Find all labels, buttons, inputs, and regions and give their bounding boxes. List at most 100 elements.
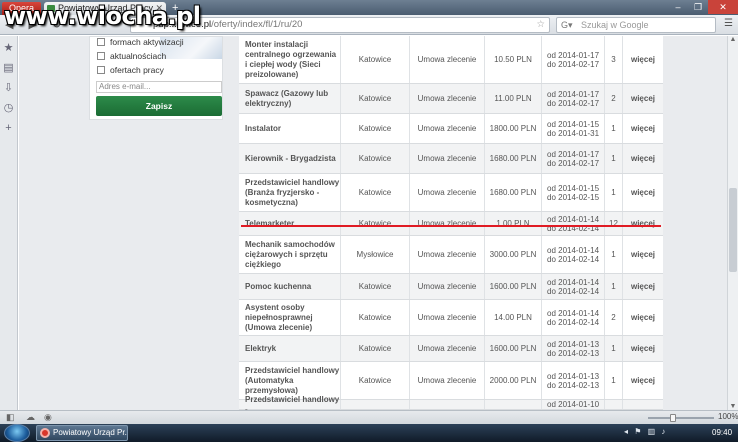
salary <box>485 400 542 409</box>
job-title[interactable]: Elektryk <box>239 336 341 361</box>
option-label: ofertach pracy <box>110 65 164 75</box>
search-placeholder: Szukaj w Google <box>581 20 649 30</box>
downloads-icon[interactable]: ⇩ <box>0 80 17 96</box>
minimize-icon[interactable]: – <box>668 0 688 14</box>
url-path: /oferty/index/fl/1/ru/20 <box>211 19 303 30</box>
date-from: od 2014-01-15 <box>547 119 600 129</box>
table-row[interactable]: Przedstawiciel handlowy (Branża fryzjers… <box>239 174 663 212</box>
date-to: do 2014-02-13 <box>547 348 600 358</box>
job-title[interactable]: Kierownik - Brygadzista <box>239 144 341 173</box>
more-link[interactable]: więcej <box>623 236 663 273</box>
more-link[interactable]: więcej <box>623 174 663 211</box>
scrollbar-thumb[interactable] <box>729 188 737 272</box>
table-row[interactable]: Monter instalacji centralnego ogrzewania… <box>239 36 663 84</box>
add-panel-icon[interactable]: + <box>0 120 17 136</box>
table-row[interactable]: Mechanik samochodów ciężarowych i sprzęt… <box>239 236 663 274</box>
newsletter-option-aktualnosci[interactable]: aktualnościach <box>97 51 166 61</box>
validity-dates: od 2014-01-17 do 2014-02-17 <box>542 84 605 113</box>
salary: 1600.00 PLN <box>485 336 542 361</box>
date-from: od 2014-01-13 <box>547 371 600 381</box>
more-link[interactable]: więcej <box>623 84 663 113</box>
job-title[interactable]: Instalator <box>239 114 341 143</box>
table-row[interactable]: Elektryk Katowice Umowa zlecenie 1600.00 PL… <box>239 336 663 362</box>
table-row[interactable]: Kierownik - Brygadzista Katowice Umowa zle… <box>239 144 663 174</box>
vacancy-count: 1 <box>605 114 623 143</box>
salary: 2000.00 PLN <box>485 362 542 399</box>
extension-icon[interactable]: ☰ <box>724 18 733 29</box>
more-link[interactable]: więcej <box>623 336 663 361</box>
more-link[interactable]: więcej <box>623 212 663 235</box>
job-title[interactable]: Pomoc kuchenna <box>239 274 341 299</box>
more-link[interactable]: więcej <box>623 144 663 173</box>
notes-icon[interactable]: ▤ <box>0 60 17 76</box>
more-link[interactable]: więcej <box>623 300 663 335</box>
scroll-up-icon[interactable]: ▲ <box>728 36 738 43</box>
scroll-down-icon[interactable]: ▼ <box>728 403 738 410</box>
job-title[interactable]: Mechanik samochodów ciężarowych i sprzęt… <box>239 236 341 273</box>
salary: 11.00 PLN <box>485 84 542 113</box>
validity-dates: od 2014-01-17 do 2014-02-17 <box>542 36 605 83</box>
checkbox-icon[interactable] <box>97 52 105 60</box>
newsletter-option-aktywizacja[interactable]: formach aktywizacji <box>97 37 184 47</box>
bookmarks-star-icon[interactable]: ★ <box>0 40 17 56</box>
zoom-slider-handle[interactable] <box>670 414 676 422</box>
system-tray-icon[interactable]: ◂ ⚑ ▥ ♪ <box>624 427 667 436</box>
job-title[interactable]: Przedstawiciel handlowy (Branża fryzjers… <box>239 174 341 211</box>
more-link[interactable] <box>623 400 663 409</box>
taskbar-item-opera[interactable]: Powiatowy Urząd Pr... <box>36 425 128 441</box>
checkbox-icon[interactable] <box>97 38 105 46</box>
job-city: Katowice <box>341 274 410 299</box>
web-page: formach aktywizacji aktualnościach ofert… <box>19 36 727 410</box>
job-title[interactable]: Spawacz (Gazowy lub elektryczny) <box>239 84 341 113</box>
date-from: od 2014-01-14 <box>547 277 600 287</box>
date-to: do 2014-02-17 <box>547 98 600 108</box>
salary: 1600.00 PLN <box>485 274 542 299</box>
email-field[interactable]: Adres e-mail... <box>96 81 222 93</box>
table-row[interactable]: Przedstawiciel handlowy - od 2014-01-10 <box>239 395 663 410</box>
checkbox-icon[interactable] <box>97 66 105 74</box>
panel-toggle-icon[interactable]: ◧ <box>6 412 15 423</box>
more-link[interactable]: więcej <box>623 274 663 299</box>
table-row[interactable]: Spawacz (Gazowy lub elektryczny) Katowice… <box>239 84 663 114</box>
option-label: formach aktywizacji <box>110 37 184 47</box>
table-row[interactable]: Pomoc kuchenna Katowice Umowa zlecenie 1600… <box>239 274 663 300</box>
date-to: do 2014-02-17 <box>547 158 600 168</box>
job-city: Katowice <box>341 212 410 235</box>
turbo-icon[interactable]: ◉ <box>44 412 52 423</box>
zoom-slider-track[interactable] <box>648 417 714 419</box>
job-city: Katowice <box>341 84 410 113</box>
maximize-icon[interactable]: ❐ <box>688 0 708 14</box>
highlight-underline <box>241 225 661 227</box>
date-from: od 2014-01-14 <box>547 245 600 255</box>
job-title[interactable]: Telemarketer <box>239 212 341 235</box>
search-engine-icon[interactable]: G▾ <box>561 18 573 32</box>
newsletter-option-oferty[interactable]: ofertach pracy <box>97 65 164 75</box>
more-link[interactable]: więcej <box>623 362 663 399</box>
more-link[interactable]: więcej <box>623 114 663 143</box>
job-city: Katowice <box>341 114 410 143</box>
job-city: Mysłowice <box>341 236 410 273</box>
validity-dates: od 2014-01-14 do 2014-02-14 <box>542 274 605 299</box>
unite-cloud-icon[interactable]: ☁ <box>26 412 35 423</box>
date-to: do 2014-02-13 <box>547 380 600 390</box>
bookmark-star-icon[interactable]: ☆ <box>536 18 545 32</box>
table-row[interactable]: Asystent osoby niepełnosprawnej (Umowa z… <box>239 300 663 336</box>
window-close-icon[interactable]: ✕ <box>708 0 738 14</box>
history-clock-icon[interactable]: ◷ <box>0 100 17 116</box>
job-title[interactable]: Asystent osoby niepełnosprawnej (Umowa z… <box>239 300 341 335</box>
job-title[interactable]: Przedstawiciel handlowy (Automatyka prze… <box>239 362 341 399</box>
job-title[interactable]: Przedstawiciel handlowy - <box>239 395 341 410</box>
table-row[interactable]: Telemarketer Katowice Umowa zlecenie 1.00 P… <box>239 212 663 236</box>
start-button-icon[interactable] <box>4 424 30 442</box>
job-city: Katowice <box>341 174 410 211</box>
subscribe-button[interactable]: Zapisz <box>96 96 222 116</box>
vacancy-count: 1 <box>605 236 623 273</box>
more-link[interactable]: więcej <box>623 36 663 83</box>
table-row[interactable]: Instalator Katowice Umowa zlecenie 1800.00 … <box>239 114 663 144</box>
watermark-text: www.wiocha.pl <box>4 2 201 30</box>
job-title[interactable]: Monter instalacji centralnego ogrzewania… <box>239 36 341 83</box>
search-field[interactable]: G▾ Szukaj w Google <box>556 17 716 33</box>
job-offers-table: Monter instalacji centralnego ogrzewania… <box>239 36 663 410</box>
page-scrollbar[interactable]: ▲ ▼ <box>727 36 738 410</box>
salary: 1800.00 PLN <box>485 114 542 143</box>
